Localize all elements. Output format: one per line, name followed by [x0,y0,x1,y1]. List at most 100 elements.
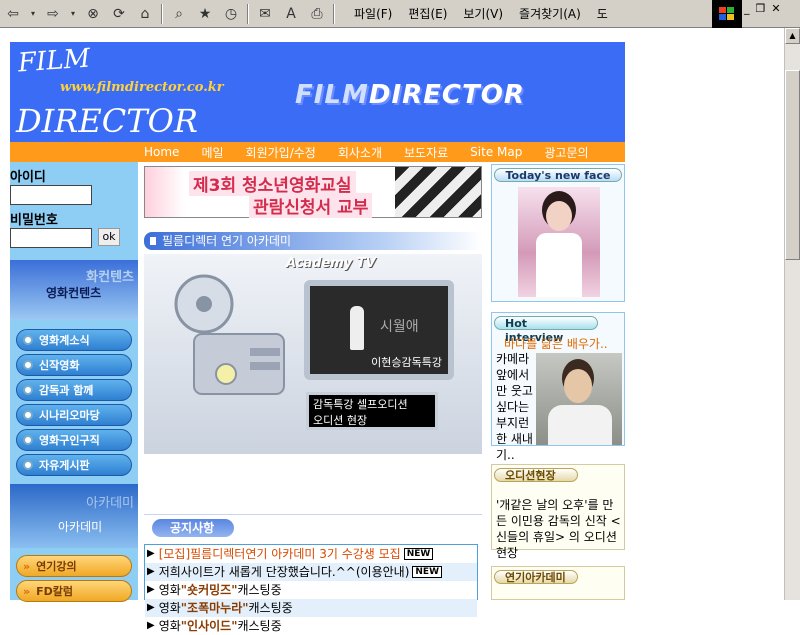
projector-icon [174,274,285,395]
list-item[interactable]: ▶ 영화 "조폭마누라" 캐스팅중 [145,599,477,617]
notice-suffix: 캐스팅중 [248,601,293,615]
nav-signup[interactable]: 회원가입/수정 [246,144,316,161]
menu-tools[interactable]: 도 [597,5,608,22]
academy-banner-ghost: 아카데미 [86,496,134,511]
sidebar-item-scenario[interactable]: 시나리오마당 [16,404,132,426]
search-icon[interactable]: ⌕ [168,3,190,25]
banner-line-2: 관람신청서 교부 [249,193,373,218]
forward-icon[interactable]: ⇨ [42,3,64,25]
tv-caption: 이현승감독특강 [371,356,442,369]
triangle-icon: ▶ [147,620,155,631]
history-icon[interactable]: ◷ [220,3,242,25]
menu-view[interactable]: 보기(V) [463,5,503,22]
tv-info-box[interactable]: 감독특강 셀프오디션 오디션 현장 [306,392,438,430]
nav-press[interactable]: 보도자료 [404,144,448,161]
triangle-icon: ▶ [147,584,155,595]
login-ok-button[interactable]: ok [98,228,120,246]
font-size-icon[interactable]: A [280,3,302,25]
sidebar-item-label: FD칼럼 [36,585,73,598]
sidebar-item-label: 신작영화 [39,359,80,372]
sidebar-item-label: 영화구인구직 [39,434,100,447]
list-item[interactable]: ▶ 영화 "인사이드" 캐스팅중 [145,617,477,635]
sidebar-item-label: 연기강의 [36,560,77,573]
academy-banner-label: 아카데미 [58,520,103,534]
sidebar-item-label: 영화계소식 [39,334,90,347]
left-sidebar: 아이디 비밀번호 ok 화컨텐츠 영화컨텐츠 영화계소식 신작영화 감독과 함께… [10,162,138,602]
nav-sitemap[interactable]: Site Map [470,145,522,159]
nav-about[interactable]: 회사소개 [338,144,382,161]
sidebar-item-jobs[interactable]: 영화구인구직 [16,429,132,451]
back-icon[interactable]: ⇦ [2,3,24,25]
bullet-icon [23,410,33,420]
youth-film-banner[interactable]: 제3회 청소년영화교실 관람신청서 교부 [144,166,482,218]
sidebar-item-label: 시나리오마당 [39,409,100,422]
interview-photo[interactable] [536,353,622,445]
nav-mail[interactable]: 메일 [201,144,223,161]
sidebar-item-news[interactable]: 영화계소식 [16,329,132,351]
acting-academy-card[interactable]: 연기아카데미 [491,566,625,600]
logo-film-text[interactable]: FILM [17,44,91,79]
scroll-up-icon[interactable]: ▲ [785,28,800,44]
stop-icon[interactable]: ⊗ [82,3,104,25]
sidebar-item-with-director[interactable]: 감독과 함께 [16,379,132,401]
academy-tv-title: Academy TV [286,256,376,271]
banner-stripe [145,167,185,217]
browser-menu: 파일(F) 편집(E) 보기(V) 즐겨찾기(A) 도 [346,5,616,22]
chevron-down-icon[interactable]: ▾ [28,3,38,25]
sidebar-item-acting[interactable]: » 연기강의 [16,555,132,577]
notice-movie-title[interactable]: "조폭마누라" [181,599,249,617]
audition-card[interactable]: 오디션현장 '개같은 날의 오후'를 만든 이민용 감독의 신작 <신들의 휴일… [491,464,625,560]
notice-prefix: 영화 [158,583,181,597]
notice-title: 공지사항 [152,519,234,537]
login-box: 아이디 비밀번호 ok [10,162,138,252]
home-icon[interactable]: ⌂ [134,3,156,25]
today-new-face-card[interactable]: Today's new face [491,164,625,302]
id-input[interactable] [10,185,92,205]
notice-text[interactable]: 저희사이트가 새롭게 단장했습니다.^^(이용안내) [159,563,410,581]
notice-movie-title[interactable]: "숏커밍즈" [181,581,238,599]
restore-icon[interactable]: ❐ [756,2,766,15]
window-controls: _ ❐ ✕ [744,2,781,15]
content-banner[interactable]: 화컨텐츠 영화컨텐츠 [10,260,138,320]
top-nav: Home 메일 회원가입/수정 회사소개 보도자료 Site Map 광고문의 [10,142,625,162]
hot-text[interactable]: 카메라 앞에서 만 웃고 싶다는 부지런 한 새내기.. [496,351,536,463]
toolbar-divider [333,3,335,24]
sidebar-item-fd-column[interactable]: » FD칼럼 [16,580,132,602]
nav-home[interactable]: Home [144,145,179,159]
sidebar-item-board[interactable]: 자유게시판 [16,454,132,476]
chevron-down-icon[interactable]: ▾ [68,3,78,25]
print-icon[interactable]: ⎙ [306,3,328,25]
logo-director-text[interactable]: DIRECTOR [16,104,198,138]
menu-favorites[interactable]: 즐겨찾기(A) [519,5,581,22]
scrollbar-thumb[interactable] [785,70,800,260]
tv-screen[interactable]: 시월애 이현승감독특강 [304,280,454,380]
menu-file[interactable]: 파일(F) [354,5,392,22]
list-item[interactable]: ▶ [모집]필름디렉터연기 아카데미 3기 수강생 모집 NEW [145,545,477,563]
notice-movie-title[interactable]: "인사이드" [181,617,238,635]
hot-interview-card[interactable]: Hot interview 바다를 닮은 배우가.. 카메라 앞에서 만 웃고 … [491,312,625,462]
nav-ads[interactable]: 광고문의 [544,144,588,161]
bullet-icon [23,460,33,470]
audition-text[interactable]: '개같은 날의 오후'를 만든 이민용 감독의 신작 <신들의 휴일> 의 오디… [496,497,622,561]
favorites-icon[interactable]: ★ [194,3,216,25]
sidebar-item-new-movies[interactable]: 신작영화 [16,354,132,376]
notice-text[interactable]: [모집]필름디렉터연기 아카데미 3기 수강생 모집 [159,545,401,563]
refresh-icon[interactable]: ⟳ [108,3,130,25]
list-item[interactable]: ▶ 저희사이트가 새롭게 단장했습니다.^^(이용안내) NEW [145,563,477,581]
logo-url-text[interactable]: www.filmdirector.co.kr [60,80,224,95]
new-face-photo[interactable] [518,187,600,297]
close-icon[interactable]: ✕ [771,2,780,15]
academy-banner[interactable]: 아카데미 아카데미 [10,484,138,548]
list-item[interactable]: ▶ 영화 "숏커밍즈" 캐스팅중 [145,581,477,599]
tv-box-line-2: 오디션 현장 [313,414,368,427]
minimize-icon[interactable]: _ [744,2,750,15]
hot-subtitle[interactable]: 바다를 닮은 배우가.. [504,335,608,352]
bullet-icon [23,360,33,370]
password-input[interactable] [10,228,92,248]
new-badge: NEW [412,566,442,578]
main-content: 제3회 청소년영화교실 관람신청서 교부 필름디렉터 연기 아카데미 Acade… [138,162,489,633]
mail-icon[interactable]: ✉ [254,3,276,25]
vertical-scrollbar[interactable]: ▲ [784,28,800,600]
academy-tv[interactable]: Academy TV 시월애 이현승감독특강 감독특강 셀프오디션 오디션 현장 [144,254,482,454]
menu-edit[interactable]: 편집(E) [408,5,447,22]
